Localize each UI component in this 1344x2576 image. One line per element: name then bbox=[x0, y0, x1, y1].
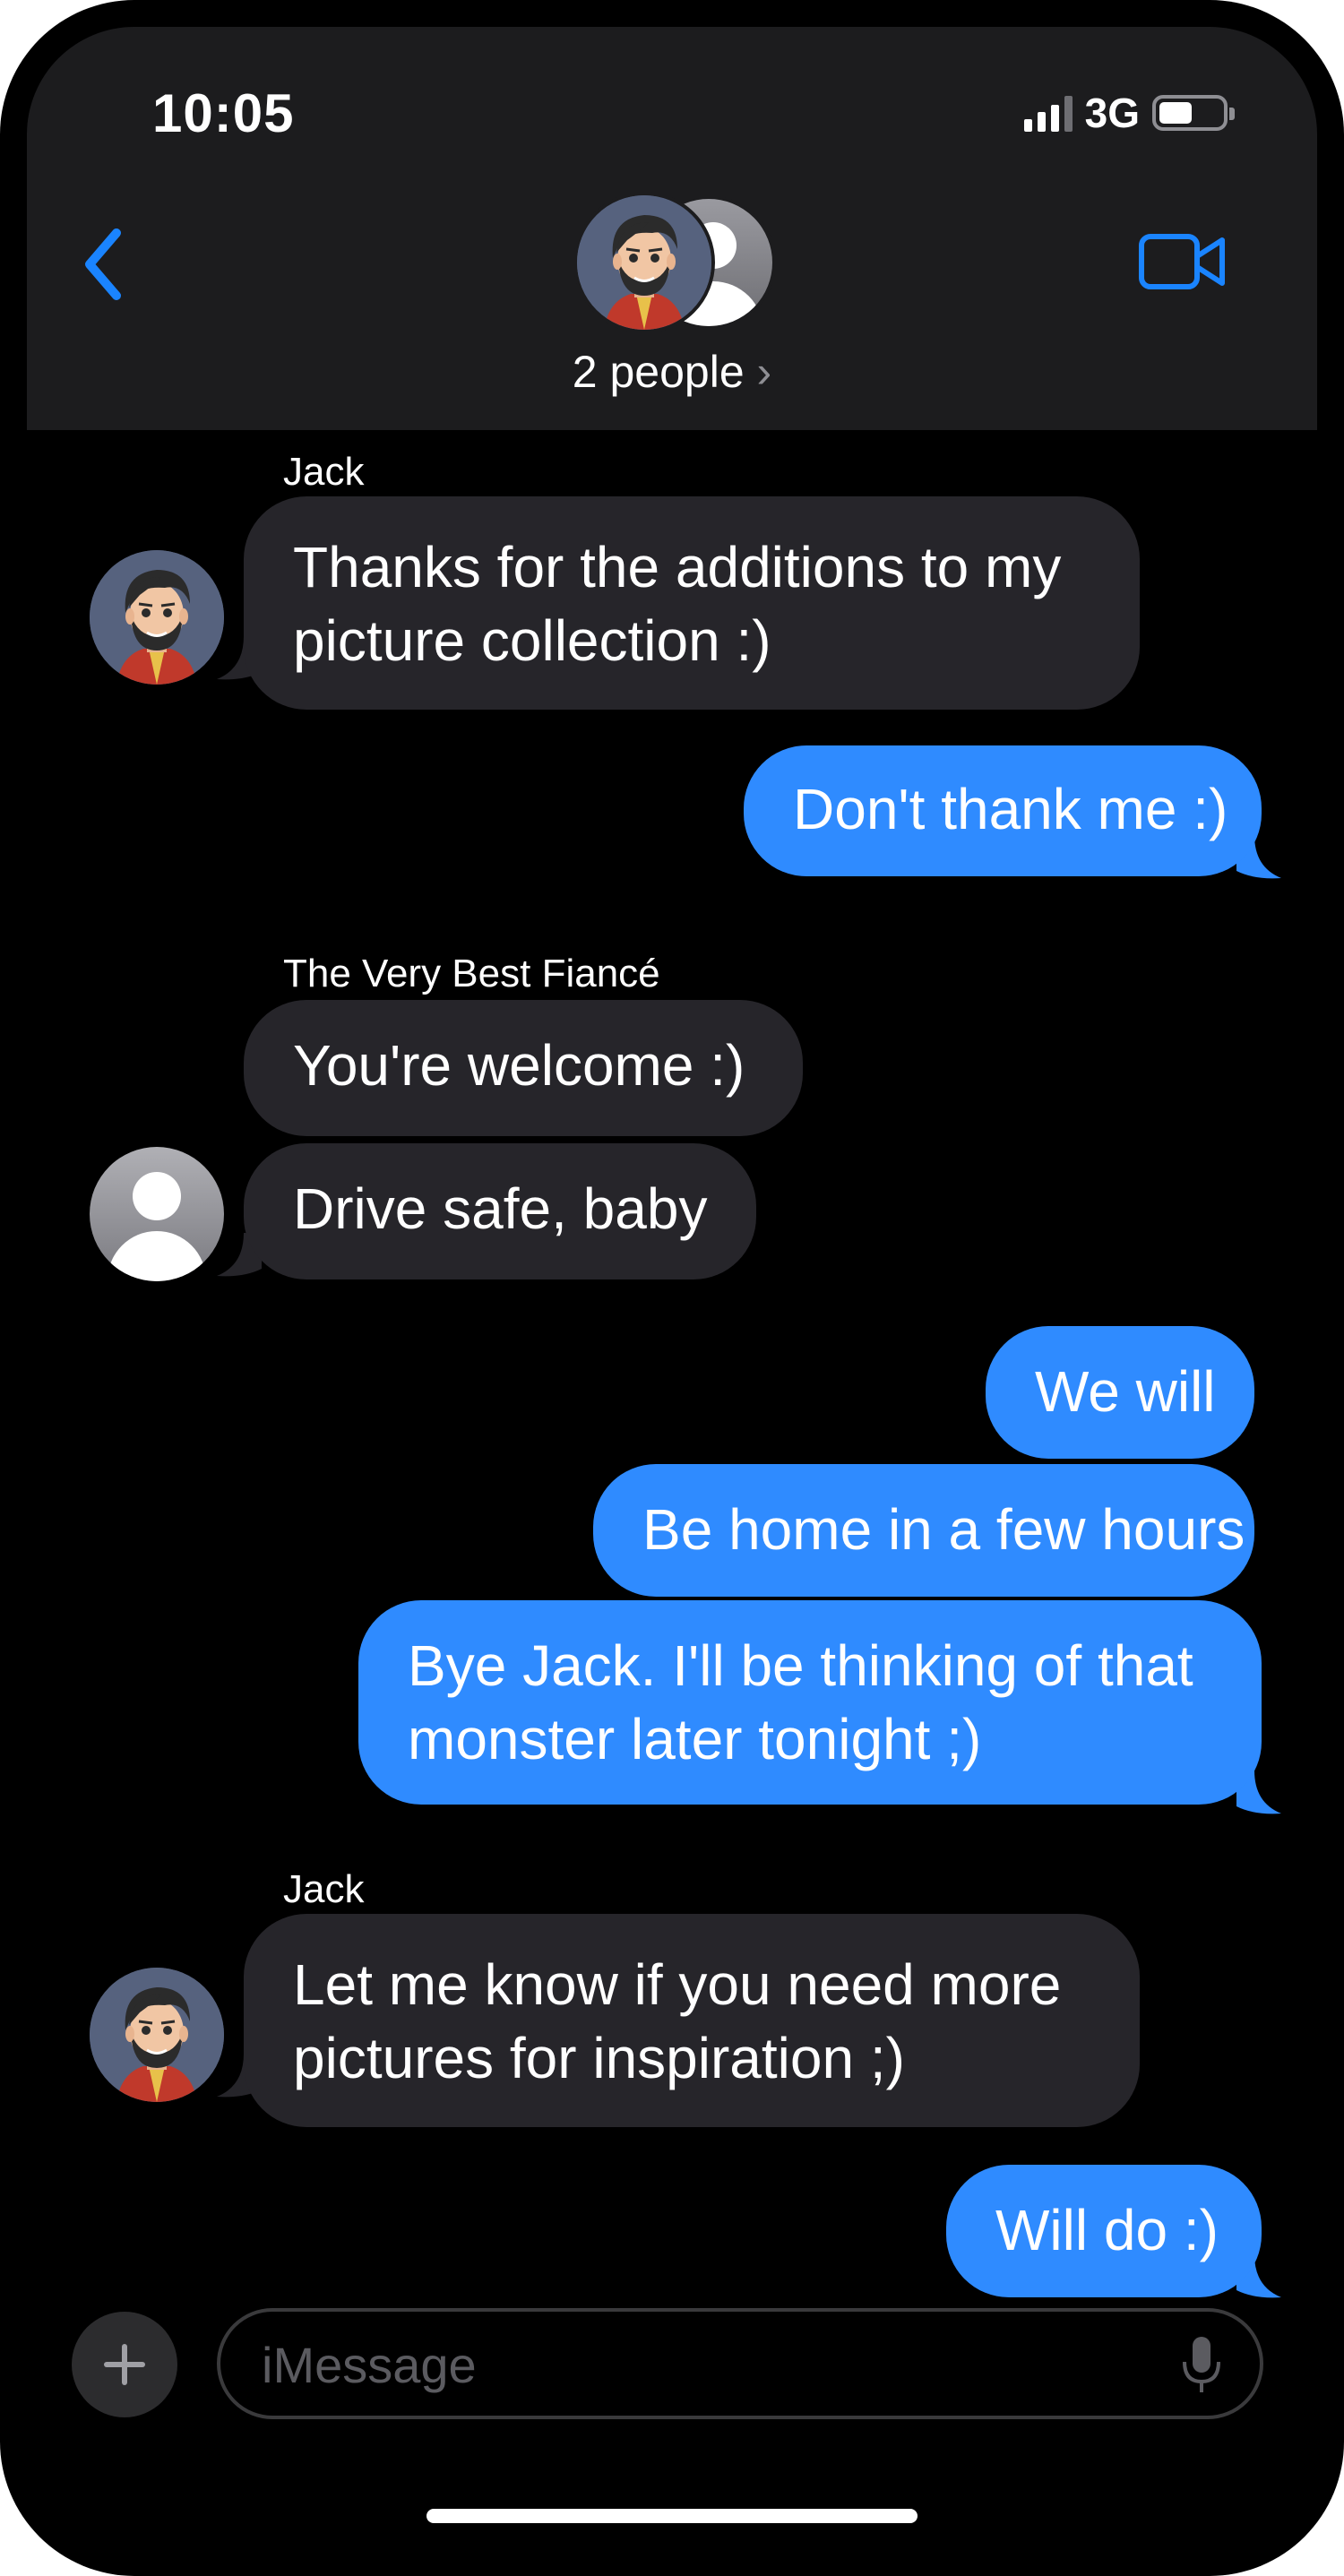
status-time: 10:05 bbox=[152, 83, 295, 143]
sender-name: Jack bbox=[283, 450, 365, 494]
message-bubble-outgoing[interactable]: Don't thank me :) bbox=[744, 745, 1262, 876]
sender-name: Jack bbox=[283, 1867, 365, 1911]
message-line: Don't thank me :) bbox=[793, 777, 1228, 841]
message-thread: Jack Thanks for the additions to my pict… bbox=[27, 430, 1317, 2312]
message-bubble-incoming[interactable]: Thanks for the additions to my picture c… bbox=[244, 496, 1140, 710]
message-line: You're welcome :) bbox=[293, 1033, 745, 1098]
message-line: pictures for inspiration ;) bbox=[293, 2026, 905, 2090]
jack-avatar bbox=[573, 192, 715, 333]
video-camera-icon bbox=[1139, 234, 1225, 289]
message-bubble-outgoing[interactable]: Be home in a few hours bbox=[593, 1464, 1254, 1597]
message-input[interactable] bbox=[260, 2330, 1124, 2399]
group-title[interactable]: 2 people › bbox=[27, 346, 1317, 398]
video-call-button[interactable] bbox=[1138, 226, 1228, 297]
message-bubble-outgoing[interactable]: We will bbox=[986, 1326, 1254, 1459]
message-line: Will do :) bbox=[995, 2198, 1219, 2262]
back-button[interactable] bbox=[72, 215, 143, 314]
message-line: Be home in a few hours bbox=[642, 1497, 1245, 1562]
group-avatars[interactable] bbox=[573, 192, 776, 335]
message-line: Bye Jack. I'll be thinking of that bbox=[408, 1633, 1193, 1698]
jack-avatar bbox=[90, 550, 224, 685]
contact-avatar-placeholder bbox=[90, 1147, 224, 1281]
message-input-container[interactable] bbox=[217, 2308, 1263, 2419]
apps-button[interactable] bbox=[72, 2312, 177, 2417]
message-line: Drive safe, baby bbox=[293, 1176, 708, 1241]
status-indicators: 3G bbox=[1023, 86, 1235, 140]
message-bubble-outgoing[interactable]: Will do :) bbox=[946, 2165, 1262, 2297]
message-bubble-outgoing[interactable]: Bye Jack. I'll be thinking of that monst… bbox=[358, 1600, 1262, 1805]
group-title-label: 2 people bbox=[572, 347, 745, 397]
message-line: picture collection :) bbox=[293, 608, 771, 673]
message-line: monster later tonight ;) bbox=[408, 1707, 982, 1771]
jack-avatar bbox=[90, 1968, 224, 2102]
chevron-right-icon: › bbox=[756, 347, 772, 397]
sender-name: The Very Best Fiancé bbox=[283, 952, 660, 995]
messages-screen: 10:05 3G 2 people › Jack Thanks for the … bbox=[27, 27, 1317, 2549]
signal-icon bbox=[1023, 94, 1073, 132]
home-indicator[interactable] bbox=[426, 2509, 918, 2523]
network-type: 3G bbox=[1084, 90, 1140, 136]
message-line: We will bbox=[1035, 1359, 1216, 1424]
message-bubble-incoming[interactable]: Let me know if you need more pictures fo… bbox=[244, 1914, 1140, 2127]
message-line: Thanks for the additions to my bbox=[293, 535, 1062, 599]
message-bubble-incoming[interactable]: You're welcome :) bbox=[244, 1000, 803, 1136]
back-chevron-icon bbox=[85, 228, 121, 300]
conversation-header: 10:05 3G 2 people › bbox=[27, 27, 1317, 430]
battery-icon bbox=[1152, 95, 1235, 131]
composer-bar bbox=[27, 2294, 1317, 2419]
message-bubble-incoming[interactable]: Drive safe, baby bbox=[244, 1143, 756, 1279]
microphone-icon[interactable] bbox=[1179, 2333, 1224, 2398]
message-line: Let me know if you need more bbox=[293, 1952, 1062, 2017]
phone-frame: 10:05 3G 2 people › Jack Thanks for the … bbox=[0, 0, 1344, 2576]
